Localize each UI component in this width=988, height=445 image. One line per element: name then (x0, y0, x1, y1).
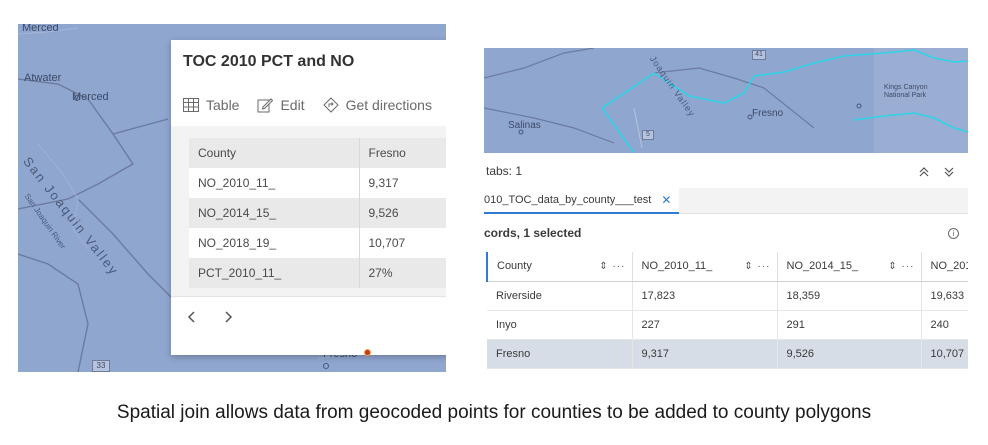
column-header-label: NO_201 (930, 260, 969, 273)
column-header-label: County (497, 260, 532, 273)
attribute-row: County Fresno (189, 138, 446, 168)
table-cell: Riverside (487, 281, 633, 311)
map-label-kings-canyon: Kings Canyon National Park (884, 84, 928, 99)
attribute-field: PCT_2010_11_ (189, 258, 359, 288)
column-header-label: NO_2014_15_ (786, 260, 859, 273)
popup-title: TOC 2010 PCT and NO (183, 53, 355, 70)
feature-popup[interactable]: TOC 2010 PCT and NO Table Edit Get direc… (171, 40, 446, 355)
table-cell: 10,707 (921, 339, 968, 369)
attribute-field: NO_2018_19_ (189, 228, 359, 258)
attribute-value: 10,707 (358, 228, 446, 258)
table-cell: Fresno (487, 339, 633, 369)
figure-caption: Spatial join allows data from geocoded p… (116, 402, 872, 423)
table-cell: 18,359 (777, 281, 922, 311)
right-map-canvas[interactable] (484, 48, 968, 153)
attribute-row: NO_2014_15_ 9,526 (189, 198, 446, 228)
info-icon[interactable]: i (948, 228, 959, 239)
map-label-fresno: Fresno (752, 108, 784, 119)
popup-action-directions-label: Get directions (345, 97, 432, 113)
table-cell: 19,633 (921, 281, 968, 311)
popup-action-edit-label: Edit (280, 97, 305, 113)
column-header-label: NO_2010_11_ (641, 260, 713, 273)
sort-more-icons[interactable]: ⇕ ··· (599, 261, 625, 272)
attribute-row: PCT_2010_11_ 27% (189, 258, 446, 288)
directions-icon (322, 97, 339, 113)
highway-shield-5: 5 (642, 130, 654, 140)
popup-attribute-area: County Fresno NO_2010_11_ 9,317 NO_2014_… (171, 126, 446, 296)
right-map-view[interactable]: Fresno Salinas Kings Canyon National Par… (484, 48, 968, 153)
popup-action-get-directions[interactable]: Get directions (322, 97, 432, 113)
popup-action-table-label: Table (206, 97, 240, 113)
left-map-view[interactable]: Merced Atwater Merced Fresno San Joaquin… (18, 24, 446, 372)
highway-shield-33: 33 (92, 360, 110, 372)
map-label-salinas: Salinas (508, 120, 541, 131)
edit-icon (257, 98, 274, 113)
attribute-value: 9,317 (358, 168, 446, 198)
tab-toc-data-by-county[interactable]: 010_TOC_data_by_county___test ✕ (484, 188, 680, 214)
attribute-field: NO_2014_15_ (189, 198, 359, 228)
tab-label: 010_TOC_data_by_county___test (484, 194, 652, 206)
map-label-atwater: Atwater (24, 72, 62, 84)
attribute-row: NO_2010_11_ 9,317 (189, 168, 446, 198)
column-header-no-2014[interactable]: NO_2014_15_ ⇕ ··· (777, 252, 922, 282)
table-cell: Inyo (487, 310, 633, 340)
right-map-table-view: Fresno Salinas Kings Canyon National Par… (484, 48, 968, 369)
tabs-count-label: tabs: 1 (486, 164, 523, 178)
popup-action-table[interactable]: Table (183, 97, 239, 113)
table-row[interactable]: Inyo 227 291 240 (487, 310, 968, 340)
table-icon (183, 98, 199, 112)
attribute-value: Fresno (358, 138, 446, 168)
map-label-merced-river: Merced (22, 24, 59, 34)
highway-shield-41: 41 (752, 50, 766, 60)
sort-more-icons[interactable]: ⇕ ··· (888, 261, 914, 272)
table-cell: 17,823 (632, 281, 778, 311)
map-label-merced: Merced (72, 91, 109, 103)
table-tabs-header: tabs: 1 (484, 158, 968, 186)
close-icon[interactable]: ✕ (661, 193, 671, 207)
attribute-value: 9,526 (358, 198, 446, 228)
table-cell: 291 (777, 310, 922, 340)
table-header-row: County ⇕ ··· NO_2010_11_ ⇕ ··· NO_2014_1… (486, 252, 969, 282)
table-row-selected[interactable]: Fresno 9,317 9,526 10,707 (487, 339, 968, 369)
attribute-field: County (189, 138, 359, 168)
attribute-value: 27% (358, 258, 446, 288)
table-cell: 9,317 (632, 339, 778, 369)
records-selected-label: cords, 1 selected (484, 226, 582, 240)
table-row[interactable]: Riverside 17,823 18,359 19,633 (487, 281, 968, 311)
attribute-row: NO_2018_19_ 10,707 (189, 228, 446, 258)
column-header-no-2018[interactable]: NO_201 (921, 252, 969, 282)
attribute-field: NO_2010_11_ (189, 168, 359, 198)
table-cell: 227 (632, 310, 778, 340)
column-header-county[interactable]: County ⇕ ··· (486, 252, 633, 282)
sort-more-icons[interactable]: ⇕ ··· (744, 261, 770, 272)
popup-actions: Table Edit Get directions (183, 97, 446, 113)
chevron-double-down-icon[interactable] (943, 166, 955, 178)
chevron-left-icon[interactable] (185, 310, 199, 324)
popup-attribute-table: County Fresno NO_2010_11_ 9,317 NO_2014_… (189, 138, 446, 288)
selected-feature-marker[interactable] (364, 349, 371, 356)
popup-action-edit[interactable]: Edit (257, 97, 305, 113)
table-cell: 9,526 (777, 339, 922, 369)
chevron-double-up-icon[interactable] (918, 166, 930, 178)
column-header-no-2010[interactable]: NO_2010_11_ ⇕ ··· (632, 252, 778, 282)
popup-pointer (212, 319, 224, 331)
table-cell: 240 (921, 310, 968, 340)
attribute-data-grid: County ⇕ ··· NO_2010_11_ ⇕ ··· NO_2014_1… (486, 252, 968, 369)
table-tab-strip: 010_TOC_data_by_county___test ✕ (484, 188, 968, 214)
